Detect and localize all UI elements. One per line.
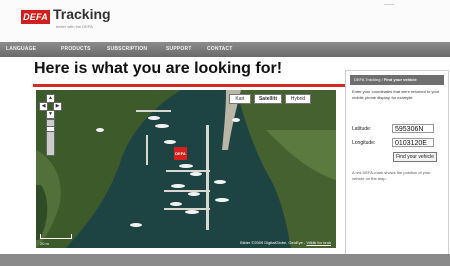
zoom-slider[interactable]	[46, 119, 55, 156]
zoom-slider-handle[interactable]	[47, 126, 54, 132]
map-scale-label: 20 m	[40, 241, 49, 246]
nav-item-contact[interactable]: CONTACT	[207, 42, 232, 57]
attribution-text: Bilder ©2009 DigitalGlobe, GeoEye -	[240, 240, 306, 245]
longitude-label: Longitude:	[352, 140, 376, 146]
panel-title: DEFA Tracking / Find your vehicle	[350, 75, 444, 85]
terms-of-use-link[interactable]: Vilkår for bruk	[306, 240, 331, 245]
logo-tagline: better with the DEFA	[56, 24, 93, 29]
marker-explanation: A red DEFA-mark shows the position of yo…	[352, 170, 431, 181]
latitude-input[interactable]: 595306N	[392, 124, 434, 133]
header-decoration	[384, 0, 394, 5]
map-attribution: Bilder ©2009 DigitalGlobe, GeoEye - Vilk…	[240, 240, 331, 245]
pan-down-icon[interactable]: ▼	[46, 110, 55, 119]
longitude-input[interactable]: 0103120E	[392, 138, 434, 147]
main-nav: LANGUAGE PRODUCTS SUBSCRIPTION SUPPORT C…	[0, 42, 450, 57]
nav-item-language[interactable]: LANGUAGE	[6, 42, 36, 57]
map-type-map-button[interactable]: Kart	[229, 94, 251, 104]
map-type-satellite-button[interactable]: Satellitt	[254, 94, 282, 104]
panel-title-prefix: DEFA Tracking /	[354, 77, 383, 82]
nav-item-subscription[interactable]: SUBSCRIPTION	[107, 42, 147, 57]
nav-item-products[interactable]: PRODUCTS	[61, 42, 91, 57]
find-vehicle-panel: DEFA Tracking / Find your vehicle Enter …	[345, 70, 449, 255]
latitude-label: Latitude:	[352, 126, 372, 132]
vehicle-location-marker[interactable]: DEFA	[174, 147, 187, 160]
map-type-hybrid-button[interactable]: Hybrid	[285, 94, 311, 104]
panel-instructions: Enter your coordinates that were returne…	[352, 89, 440, 100]
site-footer	[0, 254, 450, 266]
tracking-logo-text: Tracking	[53, 6, 111, 22]
map-scale-bar	[40, 234, 72, 239]
map-imagery	[36, 90, 336, 248]
defa-logo[interactable]: DEFA	[21, 10, 50, 24]
nav-item-support[interactable]: SUPPORT	[166, 42, 192, 57]
panel-title-main: Find your vehicle	[383, 77, 417, 82]
page-headline: Here is what you are looking for!	[34, 60, 283, 77]
site-header: DEFA Tracking better with the DEFA	[0, 0, 450, 42]
satellite-map[interactable]: Kart Satellitt Hybrid ▲ ◀ ▶ ▼ DEFA 20 m …	[36, 90, 336, 248]
map-navigation-control: ▲ ◀ ▶ ▼	[39, 94, 62, 156]
find-vehicle-button[interactable]: Find your vehicle	[393, 152, 437, 162]
